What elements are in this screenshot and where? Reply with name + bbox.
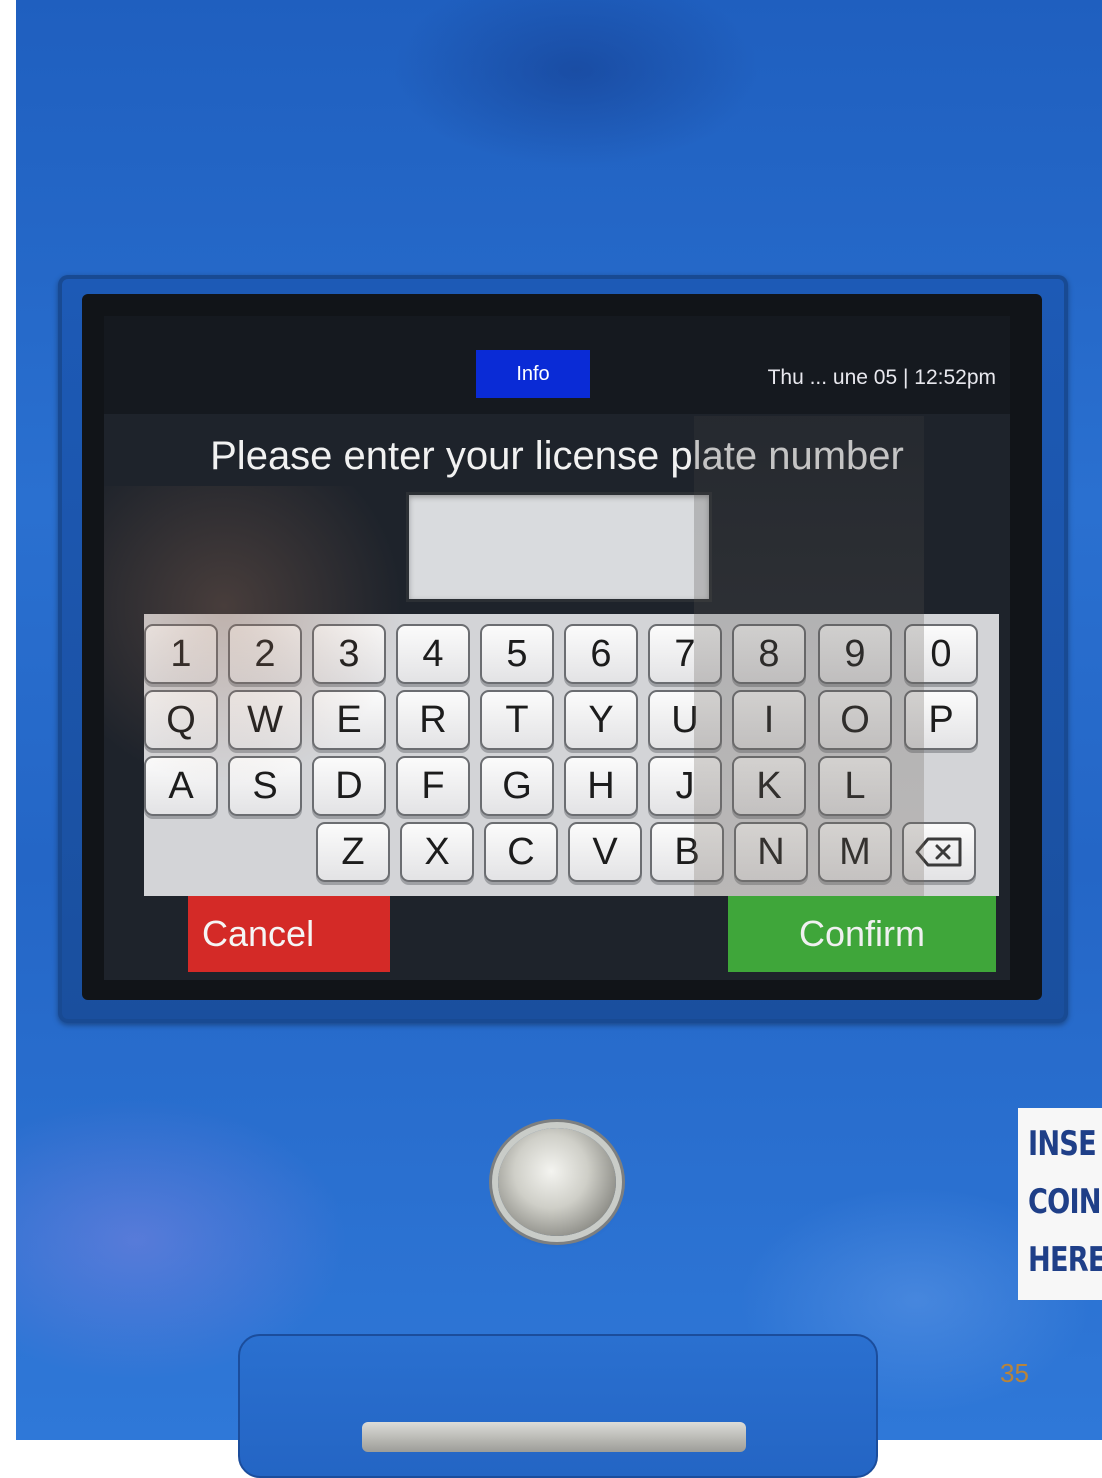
- key-e[interactable]: E: [312, 690, 386, 750]
- license-plate-input[interactable]: [406, 492, 712, 602]
- coin-sticker-line-1: INSE: [1028, 1124, 1097, 1164]
- key-s[interactable]: S: [228, 756, 302, 816]
- key-c[interactable]: C: [484, 822, 558, 882]
- key-9[interactable]: 9: [818, 624, 892, 684]
- on-screen-keyboard: 1 2 3 4 5 6 7 8 9 0 Q W E R T Y U I O P …: [144, 614, 999, 896]
- key-2[interactable]: 2: [228, 624, 302, 684]
- key-q[interactable]: Q: [144, 690, 218, 750]
- key-5[interactable]: 5: [480, 624, 554, 684]
- key-a[interactable]: A: [144, 756, 218, 816]
- key-0[interactable]: 0: [904, 624, 978, 684]
- key-z[interactable]: Z: [316, 822, 390, 882]
- key-f[interactable]: F: [396, 756, 470, 816]
- kiosk-screen: Info Thu ... une 05 | 12:52pm Please ent…: [104, 316, 1010, 980]
- physical-push-button[interactable]: [498, 1128, 616, 1236]
- ticket-slot: [362, 1422, 746, 1452]
- key-7[interactable]: 7: [648, 624, 722, 684]
- prompt-text: Please enter your license plate number: [210, 434, 904, 478]
- key-r[interactable]: R: [396, 690, 470, 750]
- key-3[interactable]: 3: [312, 624, 386, 684]
- key-n[interactable]: N: [734, 822, 808, 882]
- key-v[interactable]: V: [568, 822, 642, 882]
- key-m[interactable]: M: [818, 822, 892, 882]
- key-4[interactable]: 4: [396, 624, 470, 684]
- key-h[interactable]: H: [564, 756, 638, 816]
- key-u[interactable]: U: [648, 690, 722, 750]
- key-backspace[interactable]: [902, 822, 976, 882]
- key-k[interactable]: K: [732, 756, 806, 816]
- key-j[interactable]: J: [648, 756, 722, 816]
- backspace-icon: [914, 836, 964, 868]
- key-x[interactable]: X: [400, 822, 474, 882]
- key-d[interactable]: D: [312, 756, 386, 816]
- key-1[interactable]: 1: [144, 624, 218, 684]
- info-button[interactable]: Info: [476, 350, 590, 398]
- confirm-button[interactable]: Confirm: [728, 896, 996, 972]
- key-i[interactable]: I: [732, 690, 806, 750]
- key-g[interactable]: G: [480, 756, 554, 816]
- key-b[interactable]: B: [650, 822, 724, 882]
- key-y[interactable]: Y: [564, 690, 638, 750]
- key-o[interactable]: O: [818, 690, 892, 750]
- key-t[interactable]: T: [480, 690, 554, 750]
- slide-number: 35: [1000, 1358, 1029, 1388]
- key-p[interactable]: P: [904, 690, 978, 750]
- insert-coins-sticker: INSE COIN HERE: [1018, 1108, 1102, 1300]
- date-time: Thu ... une 05 | 12:52pm: [767, 366, 996, 389]
- coin-sticker-line-2: COIN: [1028, 1182, 1102, 1222]
- coin-sticker-line-3: HERE: [1028, 1240, 1102, 1280]
- lower-panel: [238, 1334, 878, 1478]
- top-bar: Info Thu ... une 05 | 12:52pm: [104, 316, 1010, 414]
- cancel-button[interactable]: Cancel: [188, 896, 390, 972]
- key-l[interactable]: L: [818, 756, 892, 816]
- key-8[interactable]: 8: [732, 624, 806, 684]
- key-w[interactable]: W: [228, 690, 302, 750]
- key-6[interactable]: 6: [564, 624, 638, 684]
